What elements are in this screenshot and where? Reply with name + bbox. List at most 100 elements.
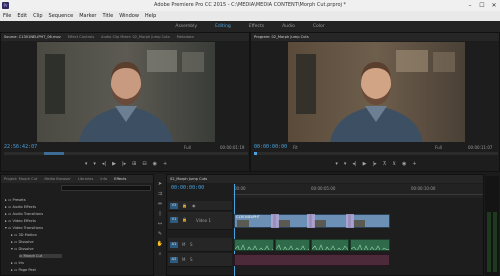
tab-libraries[interactable]: Libraries [78, 177, 94, 181]
tab-effects[interactable]: Effects [114, 177, 126, 181]
export-frame-icon[interactable]: ◉ [153, 161, 157, 167]
program-quality-dropdown[interactable]: Full [435, 145, 442, 150]
tree-item[interactable]: ▸ ▭ Page Peel [11, 268, 36, 272]
lock-icon[interactable]: 🔒 [182, 203, 187, 208]
solo-icon[interactable]: S [190, 257, 193, 262]
track-name-a1[interactable]: A1 [170, 242, 178, 248]
workspace-color[interactable]: Color [304, 24, 334, 29]
video-clip[interactable] [350, 214, 390, 228]
close-icon[interactable]: ✕ [488, 1, 500, 10]
menu-help[interactable]: Help [145, 13, 156, 19]
tree-item[interactable]: ▾ ▭ Video Transitions [5, 226, 43, 230]
lock-icon[interactable]: 🔒 [182, 217, 187, 222]
workspace-effects[interactable]: Effects [240, 24, 273, 29]
tree-item[interactable]: ▾ ▭ Dissolve [11, 247, 34, 251]
morph-cut-transition[interactable] [307, 214, 315, 228]
video-clip[interactable] [275, 214, 310, 228]
menu-sequence[interactable]: Sequence [49, 13, 74, 19]
tree-item[interactable]: ▸ ▭ Audio Transitions [5, 212, 43, 216]
tab-audio-clip-mixer[interactable]: Audio Clip Mixer: 02_Morph Jump Cuts [101, 35, 170, 39]
source-fit-dropdown[interactable]: Full [184, 145, 191, 150]
menu-title[interactable]: Title [102, 13, 113, 19]
audio-clip-a2[interactable] [234, 254, 390, 266]
tab-info[interactable]: Info [100, 177, 107, 181]
mute-icon[interactable]: M [182, 257, 185, 262]
tab-metadata[interactable]: Metadata [177, 35, 194, 39]
overwrite-icon[interactable]: ⊟ [142, 161, 146, 167]
tree-item[interactable]: ▸ ▭ 3D Motion [11, 233, 37, 237]
track-name-v2[interactable]: V2 [170, 203, 178, 209]
program-step-forward-icon[interactable]: |▸ [372, 161, 376, 167]
workspace-editing[interactable]: Editing [206, 24, 240, 29]
program-scrub-bar[interactable] [254, 152, 498, 155]
selection-tool-icon[interactable]: ➤ [156, 180, 164, 188]
workspace-assembly[interactable]: Assembly [166, 24, 206, 29]
tab-media-browser[interactable]: Media Browser [44, 177, 71, 181]
program-export-frame-icon[interactable]: ◉ [402, 161, 406, 167]
audio-clip[interactable] [311, 239, 349, 251]
menu-window[interactable]: Window [119, 13, 139, 19]
minimize-icon[interactable]: – [464, 1, 476, 10]
mark-out-icon[interactable]: ▾ [93, 161, 96, 167]
tree-item[interactable]: ▸ ▭ Audio Effects [5, 205, 36, 209]
morph-cut-transition[interactable] [346, 214, 354, 228]
tab-sequence[interactable]: 02_Morph Jump Cuts [170, 177, 207, 181]
extract-icon[interactable]: ⊻ [392, 161, 396, 167]
program-mark-out-icon[interactable]: ▾ [344, 161, 347, 167]
audio-clip[interactable] [234, 239, 274, 251]
eye-icon[interactable]: ◉ [192, 203, 196, 208]
ripple-edit-tool-icon[interactable]: ⇹ [156, 200, 164, 208]
tree-item[interactable]: ▸ ▭ Presets [5, 198, 26, 202]
audio-clip[interactable] [275, 239, 310, 251]
video-clip[interactable] [311, 214, 349, 228]
morph-cut-transition[interactable] [271, 214, 279, 228]
tab-source[interactable]: Source: C1301NELIPHT_06.mov [4, 35, 61, 39]
razor-tool-icon[interactable]: ◊ [156, 210, 164, 218]
track-select-tool-icon[interactable]: ⇉ [156, 190, 164, 198]
source-video-frame[interactable] [37, 42, 215, 142]
source-scrub-bar[interactable] [4, 152, 248, 155]
tree-item[interactable]: ▸ ▭ Iris [11, 261, 24, 265]
program-mark-in-icon[interactable]: ▾ [335, 161, 338, 167]
slip-tool-icon[interactable]: ↔ [156, 220, 164, 228]
track-header-a1: A1 M S [168, 238, 232, 252]
tree-item-morph-cut[interactable]: ▭ Morph Cut [19, 254, 63, 258]
zoom-tool-icon[interactable]: ⌕ [156, 250, 164, 258]
track-name-a2[interactable]: A2 [170, 257, 178, 263]
video-clip[interactable]: C1301NELIPHT [234, 214, 274, 228]
lift-icon[interactable]: ⊼ [383, 161, 387, 167]
mark-in-icon[interactable]: ▾ [85, 161, 88, 167]
source-timecode[interactable]: 22:56:42:07 [4, 144, 37, 150]
menu-clip[interactable]: Clip [33, 13, 42, 19]
maximize-icon[interactable]: ☐ [476, 1, 488, 10]
program-fit-dropdown[interactable]: Fit [293, 145, 298, 150]
program-video-frame[interactable] [288, 42, 465, 142]
time-ruler[interactable]: 00:00 00:00:05:00 00:00:10:00 [233, 184, 483, 198]
program-step-back-icon[interactable]: ◂| [352, 161, 356, 167]
tab-effect-controls[interactable]: Effect Controls [68, 35, 94, 39]
play-icon[interactable]: ▶ [112, 161, 116, 167]
workspace-audio[interactable]: Audio [273, 24, 304, 29]
menu-marker[interactable]: Marker [79, 13, 96, 19]
tab-program[interactable]: Program: 02_Morph Jump Cuts [254, 35, 309, 39]
pen-tool-icon[interactable]: ✎ [156, 230, 164, 238]
menu-edit[interactable]: Edit [17, 13, 27, 19]
program-play-icon[interactable]: ▶ [363, 161, 367, 167]
effects-search-input[interactable] [61, 185, 151, 191]
mute-icon[interactable]: M [182, 242, 185, 247]
program-add-button-icon[interactable]: + [412, 161, 416, 167]
insert-icon[interactable]: ⊞ [132, 161, 136, 167]
menu-file[interactable]: File [3, 13, 11, 19]
solo-icon[interactable]: S [190, 242, 193, 247]
step-forward-icon[interactable]: |▸ [122, 161, 126, 167]
tab-project[interactable]: Project: Morph Cut [4, 177, 37, 181]
timeline-timecode[interactable]: 00:00:00:00 [171, 185, 204, 191]
track-name-v1[interactable]: V1 [170, 217, 178, 223]
add-button-icon[interactable]: + [163, 161, 167, 167]
step-back-icon[interactable]: ◂| [102, 161, 106, 167]
hand-tool-icon[interactable]: ✋ [156, 240, 164, 248]
program-timecode[interactable]: 00:00:00:00 [254, 144, 287, 150]
tree-item[interactable]: ▸ ▭ Dissolve [11, 240, 34, 244]
tree-item[interactable]: ▸ ▭ Video Effects [5, 219, 36, 223]
audio-clip[interactable] [350, 239, 390, 251]
